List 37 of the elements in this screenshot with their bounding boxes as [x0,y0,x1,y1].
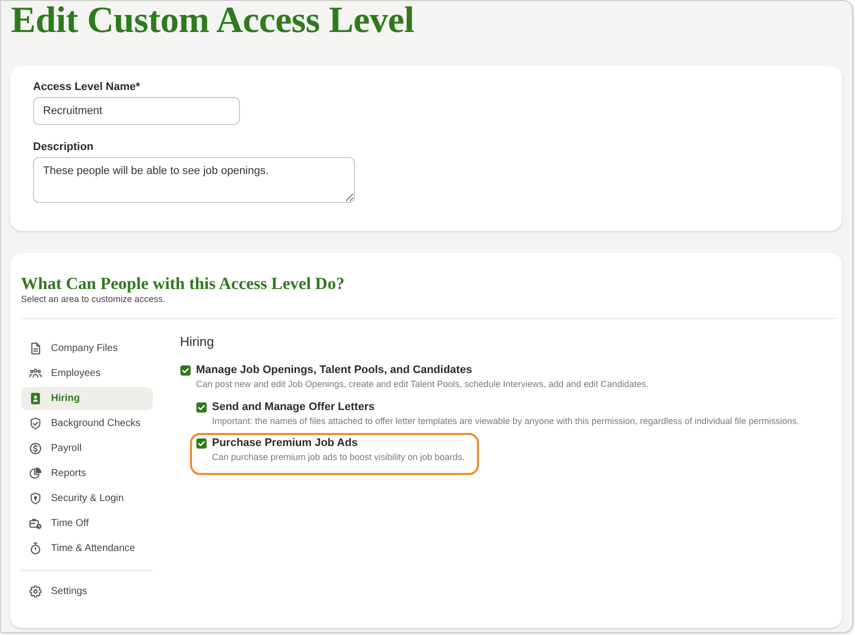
briefcase-clock-icon [29,517,42,530]
people-icon [29,367,42,380]
permission-description: Can post new and edit Job Openings, create and edit Talent Pools, schedule Interviews, add and edit Candidates. [196,378,649,390]
sidebar-item[interactable]: Employees [21,362,153,385]
checkbox[interactable] [196,438,207,448]
sidebar-item[interactable]: Reports [21,462,153,485]
sidebar-item[interactable]: Time Off [21,512,153,535]
stopwatch-icon [29,542,42,555]
document-icon [29,342,42,355]
dollar-circle-icon [29,442,42,455]
checkbox[interactable] [196,402,207,412]
checkbox[interactable] [180,364,191,376]
sidebar-item[interactable]: Hiring [21,387,153,410]
field-label: Description [33,140,95,154]
shield-check-icon [29,417,42,430]
sidebar-item[interactable]: Security & Login [21,487,153,510]
panel-title: Hiring [180,334,215,350]
pie-chart-icon [29,467,42,480]
permission-title: Send and Manage Offer Letters [212,400,376,414]
sidebar-item[interactable]: Company Files [21,337,153,360]
sidebar-item[interactable]: Background Checks [21,412,153,435]
permission-description: Important: the names of files attached to offer letter templates are viewable by anyone with this permission, regardless of individual file permissions. [212,415,800,427]
name-field[interactable]: Recruitment [33,97,240,125]
shield-keyhole-icon [29,492,42,505]
permission-title: Purchase Premium Job Ads [212,436,359,450]
permission-description: Can purchase premium job ads to boost visibility on job boards. [212,451,465,463]
settings-icon [29,585,42,598]
description-field[interactable]: These people will be able to see job openings. [33,157,355,203]
sidebar-item[interactable]: Settings [21,580,153,603]
sidebar-item[interactable]: Time & Attendance [21,537,153,560]
section-heading: What Can People with this Access Level Do? [21,274,346,294]
permission-title: Manage Job Openings, Talent Pools, and Candidates [196,363,474,377]
id-badge-icon [29,392,42,405]
sidebar-item[interactable]: Payroll [21,437,153,460]
field-label: Access Level Name* [33,80,142,94]
section-subtitle: Select an area to customize access. [21,294,166,305]
page-title: Edit Custom Access Level [11,1,416,41]
